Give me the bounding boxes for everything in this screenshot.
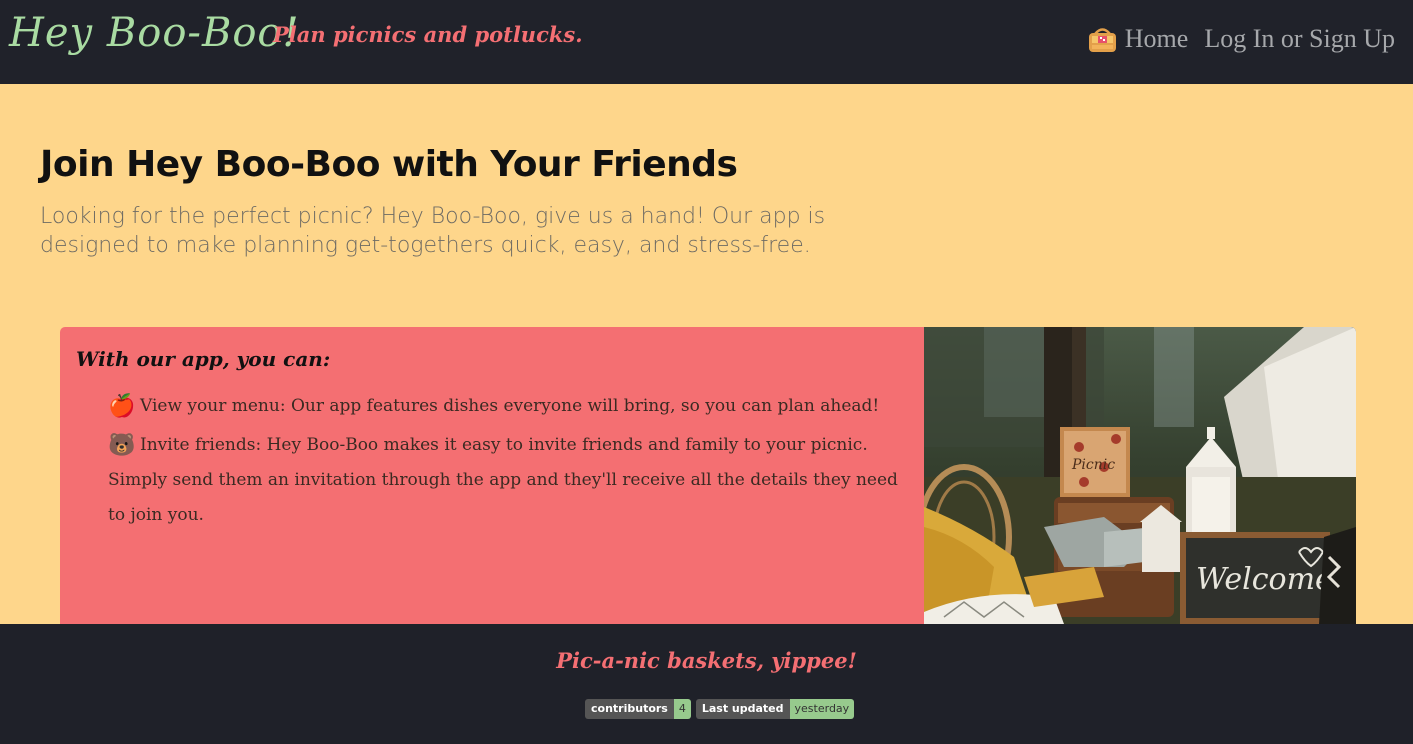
apple-icon: 🍎 xyxy=(108,394,136,419)
nav-links: Home Log In or Sign Up xyxy=(1088,24,1395,54)
feature-item-invite: 🐻 Invite friends: Hey Boo-Boo makes it ea… xyxy=(76,428,908,533)
contributors-badge[interactable]: contributors 4 xyxy=(585,699,691,719)
hero-section: Join Hey Boo-Boo with Your Friends Looki… xyxy=(0,84,1413,624)
badge-row: contributors 4 Last updated yesterday xyxy=(585,699,855,719)
features-heading: With our app, you can: xyxy=(76,347,331,371)
footer: Pic-a-nic baskets, yippee! contributors … xyxy=(0,624,1413,744)
features-card: With our app, you can: 🍎 View your menu: … xyxy=(60,327,1356,624)
bear-icon: 🐻 xyxy=(108,433,136,458)
picnic-basket-icon xyxy=(1088,25,1117,53)
page-title: Join Hey Boo-Boo with Your Friends xyxy=(40,144,738,185)
svg-text:Welcome: Welcome xyxy=(1196,562,1333,597)
feature-text: Invite friends: Hey Boo-Boo makes it eas… xyxy=(108,435,898,525)
nav-home-link[interactable]: Home xyxy=(1125,24,1189,54)
badge-key: Last updated xyxy=(695,699,790,719)
footer-slogan: Pic-a-nic baskets, yippee! xyxy=(556,648,857,673)
picnic-photo: Picnic Welcome xyxy=(924,327,1356,624)
last-updated-badge[interactable]: Last updated yesterday xyxy=(695,699,855,719)
brand-logo[interactable]: Hey Boo-Boo! xyxy=(9,10,300,56)
features-card-body: With our app, you can: 🍎 View your menu: … xyxy=(60,327,924,624)
badge-value: 4 xyxy=(673,699,691,719)
svg-text:Picnic: Picnic xyxy=(1071,457,1115,473)
feature-text: View your menu: Our app features dishes … xyxy=(140,396,880,416)
badge-value: yesterday xyxy=(789,699,855,719)
feature-item-menu: 🍎 View your menu: Our app features dishes… xyxy=(76,389,908,424)
navbar: Hey Boo-Boo! Plan picnics and potlucks. … xyxy=(0,0,1413,84)
hero-lead: Looking for the perfect picnic? Hey Boo-… xyxy=(40,204,826,258)
tagline: Plan picnics and potlucks. xyxy=(273,22,583,47)
nav-login-link[interactable]: Log In or Sign Up xyxy=(1204,24,1395,54)
badge-key: contributors xyxy=(585,699,674,719)
